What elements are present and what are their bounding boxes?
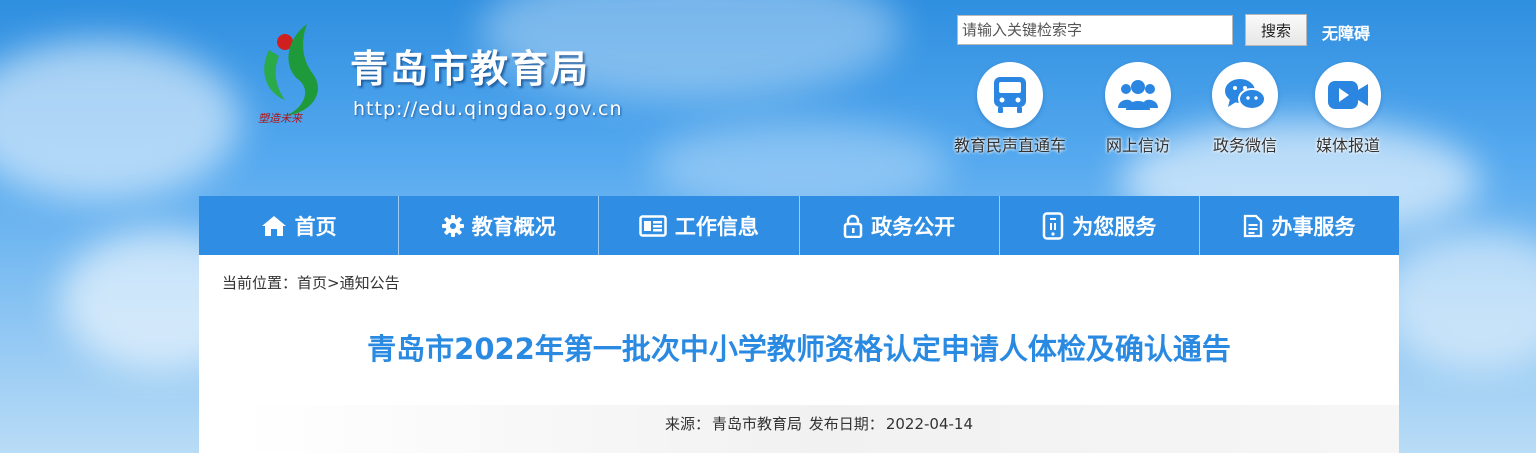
breadcrumb-home-link[interactable]: 首页 [297,274,327,292]
breadcrumb-separator: > [327,274,340,292]
site-url: http://edu.qingdao.gov.cn [353,98,623,120]
nav-item-overview[interactable]: 教育概况 [399,196,600,255]
quick-link-feedback[interactable]: 教育民声直通车 [950,62,1070,156]
quick-link-wechat[interactable]: 政务微信 [1185,62,1305,156]
lock-icon [843,214,863,238]
article-meta: 来源： 青岛市教育局 发布日期： 2022-04-14 [239,405,1399,453]
quick-link-circle [1105,62,1171,128]
quick-link-label: 媒体报道 [1315,136,1380,155]
breadcrumb: 当前位置：首页>通知公告 [222,272,400,293]
quick-link-circle [977,62,1043,128]
nav-item-label: 政务公开 [871,214,956,239]
article-title: 青岛市2022年第一批次中小学教师资格认定申请人体检及确认通告 [367,332,1231,366]
nav-item-label: 为您服务 [1072,214,1157,239]
nav-item-services[interactable]: 为您服务 [1000,196,1200,255]
content-panel: 当前位置：首页>通知公告 青岛市2022年第一批次中小学教师资格认定申请人体检及… [199,255,1399,453]
quick-link-media[interactable]: 媒体报道 [1288,62,1408,156]
wechat-icon [1225,79,1266,110]
bus-icon [994,77,1026,113]
source-label: 来源： [664,415,710,433]
quick-link-label: 网上信访 [1105,136,1170,155]
accessibility-link[interactable]: 无障碍 [1322,20,1370,44]
phone-icon [1043,211,1064,240]
quick-link-label: 政务微信 [1212,136,1277,155]
video-icon [1328,81,1368,109]
quick-link-circle [1315,62,1381,128]
date-value: 2022-04-14 [885,415,973,433]
quick-link-petition[interactable]: 网上信访 [1078,62,1198,156]
nav-item-label: 办事服务 [1271,214,1356,239]
background-cloud [0,40,240,200]
main-nav: 首页 教育概况 工作信息 政务公开 为您服务 办事服务 [199,196,1399,255]
news-icon [639,214,667,237]
document-icon [1244,214,1263,237]
breadcrumb-prefix: 当前位置： [222,274,298,292]
quick-link-circle [1212,62,1278,128]
nav-item-affairs-service[interactable]: 办事服务 [1200,196,1399,255]
source-value: 青岛市教育局 [712,415,803,433]
breadcrumb-current-link[interactable]: 通知公告 [340,274,400,292]
nav-item-label: 工作信息 [674,214,759,239]
gear-icon [441,214,464,237]
logo-emblem-icon [264,24,318,116]
site-title[interactable]: 青岛市教育局 [350,38,590,93]
nav-item-label: 首页 [294,214,337,239]
date-label: 发布日期： [808,415,884,433]
nav-item-home[interactable]: 首页 [199,196,400,255]
search-input[interactable] [957,15,1233,45]
nav-item-gov-affairs[interactable]: 政务公开 [800,196,1000,255]
search-button[interactable]: 搜索 [1245,14,1307,46]
users-icon [1118,80,1158,110]
nav-item-label: 教育概况 [471,214,556,239]
nav-item-work-info[interactable]: 工作信息 [599,196,800,255]
home-icon [261,215,286,236]
background-cloud [1380,230,1536,370]
logo-motto: 塑造未来 [258,112,302,125]
quick-link-label: 教育民声直通车 [953,136,1066,155]
